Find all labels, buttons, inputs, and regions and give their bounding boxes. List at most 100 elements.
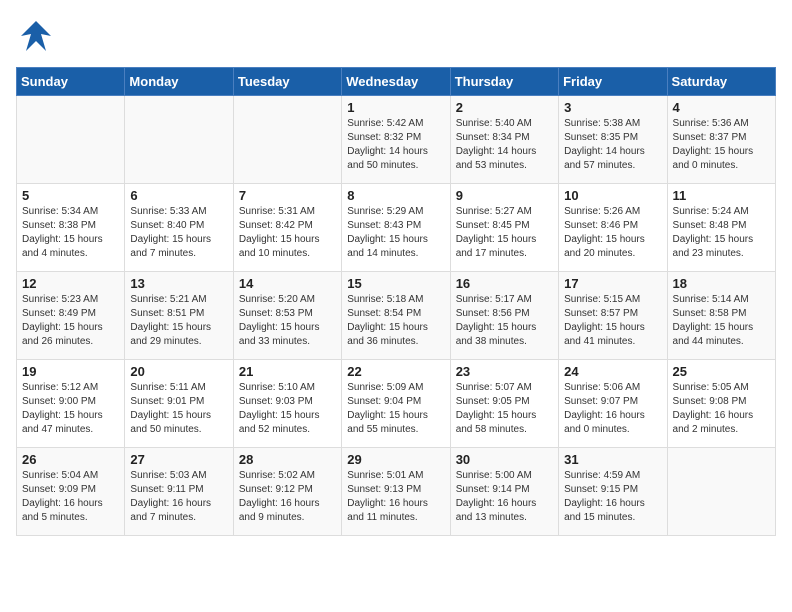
day-info: Sunrise: 5:36 AMSunset: 8:37 PMDaylight:… bbox=[673, 117, 770, 173]
day-info: Sunrise: 5:31 AMSunset: 8:42 PMDaylight:… bbox=[239, 205, 336, 261]
day-number: 1 bbox=[347, 100, 444, 115]
day-cell: 8 Sunrise: 5:29 AMSunset: 8:43 PMDaylight… bbox=[342, 184, 450, 272]
header-row: SundayMondayTuesdayWednesdayThursdayFrid… bbox=[17, 68, 776, 96]
day-info: Sunrise: 5:23 AMSunset: 8:49 PMDaylight:… bbox=[22, 293, 119, 349]
day-info: Sunrise: 5:03 AMSunset: 9:11 PMDaylight:… bbox=[130, 469, 227, 525]
calendar-header: SundayMondayTuesdayWednesdayThursdayFrid… bbox=[17, 68, 776, 96]
day-cell: 2 Sunrise: 5:40 AMSunset: 8:34 PMDaylight… bbox=[450, 96, 558, 184]
week-row-5: 26 Sunrise: 5:04 AMSunset: 9:09 PMDayligh… bbox=[17, 448, 776, 536]
header-day-monday: Monday bbox=[125, 68, 233, 96]
day-number: 28 bbox=[239, 452, 336, 467]
day-number: 24 bbox=[564, 364, 661, 379]
day-info: Sunrise: 4:59 AMSunset: 9:15 PMDaylight:… bbox=[564, 469, 661, 525]
day-number: 20 bbox=[130, 364, 227, 379]
day-info: Sunrise: 5:27 AMSunset: 8:45 PMDaylight:… bbox=[456, 205, 553, 261]
day-cell: 31Sunrise: 4:59 AMSunset: 9:15 PMDayligh… bbox=[559, 448, 667, 536]
day-cell: 11Sunrise: 5:24 AMSunset: 8:48 PMDayligh… bbox=[667, 184, 775, 272]
day-cell: 28Sunrise: 5:02 AMSunset: 9:12 PMDayligh… bbox=[233, 448, 341, 536]
day-info: Sunrise: 5:17 AMSunset: 8:56 PMDaylight:… bbox=[456, 293, 553, 349]
day-info: Sunrise: 5:34 AMSunset: 8:38 PMDaylight:… bbox=[22, 205, 119, 261]
day-info: Sunrise: 5:26 AMSunset: 8:46 PMDaylight:… bbox=[564, 205, 661, 261]
day-number: 26 bbox=[22, 452, 119, 467]
header bbox=[16, 16, 776, 61]
day-info: Sunrise: 5:21 AMSunset: 8:51 PMDaylight:… bbox=[130, 293, 227, 349]
day-cell: 27 Sunrise: 5:03 AMSunset: 9:11 PMDayligh… bbox=[125, 448, 233, 536]
day-number: 13 bbox=[130, 276, 227, 291]
day-info: Sunrise: 5:12 AMSunset: 9:00 PMDaylight:… bbox=[22, 381, 119, 437]
day-number: 5 bbox=[22, 188, 119, 203]
day-cell bbox=[233, 96, 341, 184]
day-cell: 20Sunrise: 5:11 AMSunset: 9:01 PMDayligh… bbox=[125, 360, 233, 448]
day-cell: 29 Sunrise: 5:01 AMSunset: 9:13 PMDayligh… bbox=[342, 448, 450, 536]
logo bbox=[16, 16, 60, 61]
day-number: 27 bbox=[130, 452, 227, 467]
day-number: 30 bbox=[456, 452, 553, 467]
day-number: 12 bbox=[22, 276, 119, 291]
header-day-sunday: Sunday bbox=[17, 68, 125, 96]
logo-icon bbox=[16, 16, 56, 61]
day-info: Sunrise: 5:00 AMSunset: 9:14 PMDaylight:… bbox=[456, 469, 553, 525]
day-info: Sunrise: 5:04 AMSunset: 9:09 PMDaylight:… bbox=[22, 469, 119, 525]
day-info: Sunrise: 5:01 AMSunset: 9:13 PMDaylight:… bbox=[347, 469, 444, 525]
day-info: Sunrise: 5:10 AMSunset: 9:03 PMDaylight:… bbox=[239, 381, 336, 437]
day-number: 23 bbox=[456, 364, 553, 379]
calendar-table: SundayMondayTuesdayWednesdayThursdayFrid… bbox=[16, 67, 776, 536]
week-row-3: 12 Sunrise: 5:23 AMSunset: 8:49 PMDayligh… bbox=[17, 272, 776, 360]
day-number: 9 bbox=[456, 188, 553, 203]
logo-bird-svg bbox=[16, 16, 56, 56]
day-cell: 23 Sunrise: 5:07 AMSunset: 9:05 PMDayligh… bbox=[450, 360, 558, 448]
day-info: Sunrise: 5:29 AMSunset: 8:43 PMDaylight:… bbox=[347, 205, 444, 261]
header-day-thursday: Thursday bbox=[450, 68, 558, 96]
day-cell: 15Sunrise: 5:18 AMSunset: 8:54 PMDayligh… bbox=[342, 272, 450, 360]
day-cell: 5 Sunrise: 5:34 AMSunset: 8:38 PMDaylight… bbox=[17, 184, 125, 272]
header-day-saturday: Saturday bbox=[667, 68, 775, 96]
day-info: Sunrise: 5:24 AMSunset: 8:48 PMDaylight:… bbox=[673, 205, 770, 261]
day-cell bbox=[667, 448, 775, 536]
day-number: 2 bbox=[456, 100, 553, 115]
day-cell: 9 Sunrise: 5:27 AMSunset: 8:45 PMDaylight… bbox=[450, 184, 558, 272]
day-info: Sunrise: 5:05 AMSunset: 9:08 PMDaylight:… bbox=[673, 381, 770, 437]
day-number: 18 bbox=[673, 276, 770, 291]
day-cell: 7 Sunrise: 5:31 AMSunset: 8:42 PMDaylight… bbox=[233, 184, 341, 272]
header-day-wednesday: Wednesday bbox=[342, 68, 450, 96]
day-cell: 24 Sunrise: 5:06 AMSunset: 9:07 PMDayligh… bbox=[559, 360, 667, 448]
header-day-tuesday: Tuesday bbox=[233, 68, 341, 96]
day-info: Sunrise: 5:09 AMSunset: 9:04 PMDaylight:… bbox=[347, 381, 444, 437]
day-cell: 6 Sunrise: 5:33 AMSunset: 8:40 PMDaylight… bbox=[125, 184, 233, 272]
day-number: 25 bbox=[673, 364, 770, 379]
day-info: Sunrise: 5:40 AMSunset: 8:34 PMDaylight:… bbox=[456, 117, 553, 173]
day-number: 22 bbox=[347, 364, 444, 379]
day-cell: 13 Sunrise: 5:21 AMSunset: 8:51 PMDayligh… bbox=[125, 272, 233, 360]
day-info: Sunrise: 5:20 AMSunset: 8:53 PMDaylight:… bbox=[239, 293, 336, 349]
week-row-2: 5 Sunrise: 5:34 AMSunset: 8:38 PMDaylight… bbox=[17, 184, 776, 272]
day-number: 4 bbox=[673, 100, 770, 115]
week-row-1: 1 Sunrise: 5:42 AMSunset: 8:32 PMDaylight… bbox=[17, 96, 776, 184]
day-cell: 25 Sunrise: 5:05 AMSunset: 9:08 PMDayligh… bbox=[667, 360, 775, 448]
day-info: Sunrise: 5:33 AMSunset: 8:40 PMDaylight:… bbox=[130, 205, 227, 261]
day-cell: 10Sunrise: 5:26 AMSunset: 8:46 PMDayligh… bbox=[559, 184, 667, 272]
day-cell: 17 Sunrise: 5:15 AMSunset: 8:57 PMDayligh… bbox=[559, 272, 667, 360]
day-info: Sunrise: 5:14 AMSunset: 8:58 PMDaylight:… bbox=[673, 293, 770, 349]
day-info: Sunrise: 5:18 AMSunset: 8:54 PMDaylight:… bbox=[347, 293, 444, 349]
day-number: 8 bbox=[347, 188, 444, 203]
day-number: 6 bbox=[130, 188, 227, 203]
day-info: Sunrise: 5:38 AMSunset: 8:35 PMDaylight:… bbox=[564, 117, 661, 173]
day-number: 14 bbox=[239, 276, 336, 291]
day-number: 29 bbox=[347, 452, 444, 467]
header-day-friday: Friday bbox=[559, 68, 667, 96]
day-cell: 19 Sunrise: 5:12 AMSunset: 9:00 PMDayligh… bbox=[17, 360, 125, 448]
day-info: Sunrise: 5:42 AMSunset: 8:32 PMDaylight:… bbox=[347, 117, 444, 173]
day-info: Sunrise: 5:06 AMSunset: 9:07 PMDaylight:… bbox=[564, 381, 661, 437]
day-number: 17 bbox=[564, 276, 661, 291]
day-number: 19 bbox=[22, 364, 119, 379]
day-cell: 30 Sunrise: 5:00 AMSunset: 9:14 PMDayligh… bbox=[450, 448, 558, 536]
day-info: Sunrise: 5:07 AMSunset: 9:05 PMDaylight:… bbox=[456, 381, 553, 437]
day-cell: 3Sunrise: 5:38 AMSunset: 8:35 PMDaylight… bbox=[559, 96, 667, 184]
day-number: 7 bbox=[239, 188, 336, 203]
day-info: Sunrise: 5:15 AMSunset: 8:57 PMDaylight:… bbox=[564, 293, 661, 349]
day-cell: 1 Sunrise: 5:42 AMSunset: 8:32 PMDaylight… bbox=[342, 96, 450, 184]
day-cell: 4 Sunrise: 5:36 AMSunset: 8:37 PMDaylight… bbox=[667, 96, 775, 184]
day-cell: 12 Sunrise: 5:23 AMSunset: 8:49 PMDayligh… bbox=[17, 272, 125, 360]
day-cell: 14 Sunrise: 5:20 AMSunset: 8:53 PMDayligh… bbox=[233, 272, 341, 360]
day-number: 16 bbox=[456, 276, 553, 291]
